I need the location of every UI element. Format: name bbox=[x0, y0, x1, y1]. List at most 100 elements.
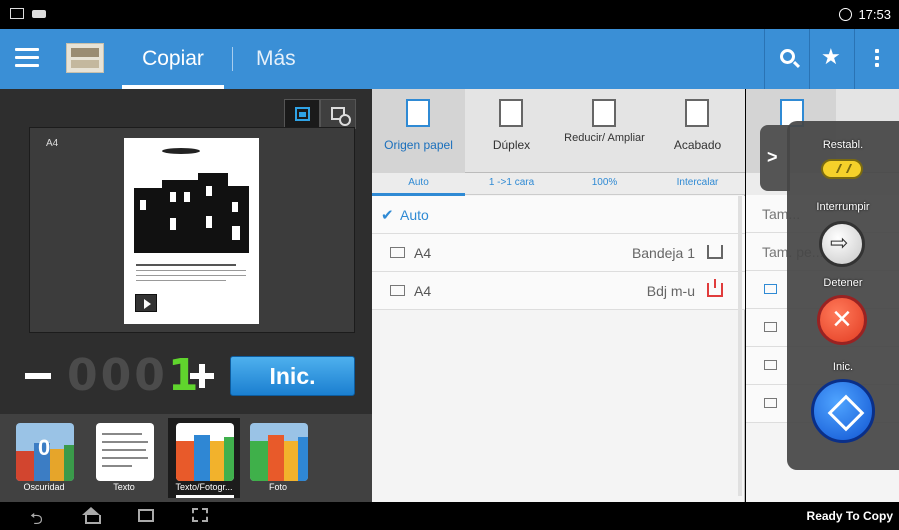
preset-foto[interactable]: Foto bbox=[242, 418, 314, 498]
stop-icon bbox=[817, 295, 867, 345]
quick-start-button[interactable]: Inic. bbox=[787, 361, 899, 451]
preview-settings-button[interactable] bbox=[320, 99, 356, 129]
preset-texto-fotografia[interactable]: Texto/Fotogr... bbox=[168, 418, 240, 498]
interrupt-icon bbox=[819, 221, 865, 267]
preview-page[interactable] bbox=[124, 138, 259, 324]
tab-mas[interactable]: Más bbox=[256, 29, 296, 89]
tab-label: Dúplex bbox=[492, 138, 531, 152]
preset-thumbnail bbox=[176, 423, 234, 481]
star-icon: ★ bbox=[821, 44, 841, 69]
preset-label: Texto bbox=[113, 482, 135, 492]
search-icon bbox=[780, 49, 795, 64]
list-item-a4-bandeja1[interactable]: A4 Bandeja 1 bbox=[372, 234, 745, 272]
reduce-enlarge-icon bbox=[592, 99, 616, 127]
scale-value: 100% bbox=[591, 177, 618, 188]
reset-button[interactable]: Restabl. bbox=[787, 139, 899, 189]
menu-icon[interactable] bbox=[15, 48, 39, 68]
paper-size-label: A4 bbox=[46, 138, 59, 149]
status-right: 17:53 bbox=[839, 7, 891, 22]
favorites-button[interactable]: ★ bbox=[809, 29, 854, 89]
option-name: A4 bbox=[414, 283, 432, 299]
decrement-button[interactable] bbox=[25, 373, 51, 379]
start-icon bbox=[811, 379, 875, 443]
status-bar: 17:53 bbox=[0, 0, 899, 29]
darkness-value: 0 bbox=[38, 435, 51, 460]
status-time: 17:53 bbox=[858, 7, 891, 22]
interrupt-button[interactable]: Interrumpir bbox=[787, 201, 899, 273]
recent-apps-icon[interactable] bbox=[138, 509, 154, 522]
back-icon[interactable]: ⮌ bbox=[30, 508, 43, 530]
option-name: Auto bbox=[400, 207, 429, 223]
tab-label: Reducir/ Ampliar bbox=[564, 132, 645, 144]
start-label: Inic. bbox=[832, 361, 854, 373]
start-button[interactable]: Inic. bbox=[230, 356, 355, 396]
list-item-a4-bdj-mu[interactable]: A4 Bdj m-u bbox=[372, 272, 745, 310]
copies-display: 0001 bbox=[67, 351, 201, 401]
preview-image-icon bbox=[295, 107, 310, 121]
manual-tray-icon bbox=[707, 279, 723, 297]
paper-icon bbox=[764, 284, 777, 294]
preset-label: Oscuridad bbox=[23, 482, 65, 492]
tab-values: Auto 1 ->1 cara 100% Intercalar bbox=[372, 173, 745, 195]
image-presets: 0 Oscuridad Texto Texto/Fotogr... Foto bbox=[0, 414, 372, 502]
preset-label: Foto bbox=[268, 482, 287, 492]
navigation-bar: ⮌ Ready To Copy bbox=[0, 502, 899, 530]
tab-mas-label: Más bbox=[256, 47, 296, 70]
tab-copiar[interactable]: Copiar bbox=[122, 29, 224, 89]
quick-action-panel: Restabl. Interrumpir Detener Inic. bbox=[787, 121, 899, 470]
copies-dim-digits: 000 bbox=[67, 350, 168, 401]
selected-preset-indicator bbox=[176, 495, 234, 498]
quick-panel-toggle[interactable]: > bbox=[760, 125, 790, 191]
logo-image bbox=[162, 148, 200, 154]
paper-icon bbox=[764, 322, 777, 332]
tab-reducir-ampliar[interactable]: Reducir/ Ampliar bbox=[558, 89, 651, 173]
preview-area: A4 bbox=[29, 127, 355, 333]
finishing-icon bbox=[685, 99, 709, 127]
paper-icon bbox=[764, 360, 777, 370]
copier-app-icon bbox=[66, 43, 104, 73]
preset-thumbnail bbox=[250, 423, 308, 481]
preset-thumbnail bbox=[96, 423, 154, 481]
preset-texto[interactable]: Texto bbox=[88, 418, 160, 498]
scrollbar[interactable] bbox=[738, 196, 742, 496]
action-bar: Copiar Más ★ bbox=[0, 29, 899, 89]
option-name: A4 bbox=[414, 245, 432, 261]
play-button[interactable] bbox=[135, 294, 157, 312]
screenshot-icon[interactable] bbox=[192, 508, 208, 522]
paper-icon bbox=[390, 285, 405, 296]
tab-copiar-label: Copiar bbox=[142, 47, 204, 70]
device-status: Ready To Copy bbox=[806, 509, 893, 523]
reset-icon bbox=[821, 159, 863, 179]
tab-duplex[interactable]: Dúplex bbox=[465, 89, 558, 173]
preset-oscuridad[interactable]: 0 Oscuridad bbox=[8, 418, 80, 498]
tray-name: Bandeja 1 bbox=[631, 245, 695, 261]
paper-source-list: ✔ Auto A4 Bandeja 1 A4 Bdj m-u bbox=[372, 196, 745, 310]
duplex-icon bbox=[499, 99, 523, 127]
paper-source-value: Auto bbox=[408, 177, 429, 188]
tab-origen-papel[interactable]: Origen papel bbox=[372, 89, 465, 173]
document-photo bbox=[134, 168, 249, 253]
stop-button[interactable]: Detener bbox=[787, 277, 899, 351]
search-button[interactable] bbox=[764, 29, 809, 89]
notification-icon bbox=[32, 10, 46, 18]
list-item-auto[interactable]: ✔ Auto bbox=[372, 196, 745, 234]
home-icon[interactable] bbox=[82, 507, 101, 524]
preview-image-button[interactable] bbox=[284, 99, 320, 129]
preview-settings-icon bbox=[331, 107, 351, 126]
more-icon bbox=[875, 49, 879, 70]
chevron-right-icon: > bbox=[767, 147, 778, 167]
increment-button[interactable] bbox=[190, 364, 214, 388]
duplex-value: 1 ->1 cara bbox=[488, 177, 535, 188]
status-icons bbox=[10, 8, 46, 19]
preview-mode-buttons bbox=[284, 99, 356, 129]
options-tabs: Origen papel Dúplex Reducir/ Ampliar Aca… bbox=[372, 89, 745, 173]
finishing-value: Intercalar bbox=[676, 177, 719, 188]
tab-acabado[interactable]: Acabado bbox=[651, 89, 744, 173]
check-icon: ✔ bbox=[381, 207, 394, 224]
preset-label: Texto/Fotogr... bbox=[175, 482, 233, 492]
more-options-button[interactable] bbox=[854, 29, 899, 89]
screen-icon bbox=[10, 8, 24, 19]
tab-label: Acabado bbox=[673, 138, 722, 152]
globe-icon bbox=[839, 8, 853, 21]
preset-thumbnail: 0 bbox=[16, 423, 74, 481]
